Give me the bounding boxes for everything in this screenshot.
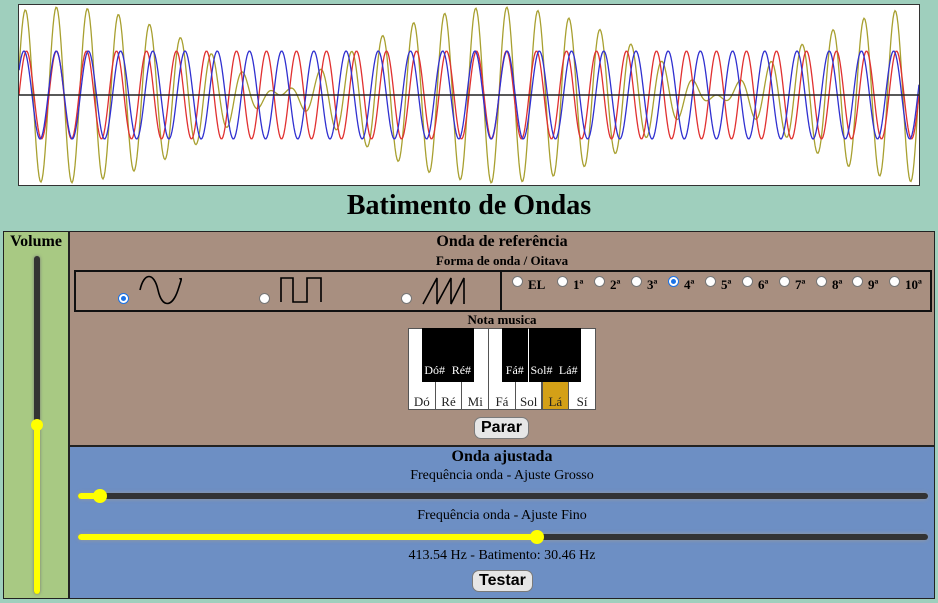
waveform-selector [74,270,502,312]
octave-label: 5ª [721,277,732,292]
waveform-radio-sawtooth[interactable] [401,293,412,304]
volume-thumb[interactable] [31,419,43,431]
octave-label: 4ª [684,277,695,292]
sine-wave-icon [139,275,182,305]
piano-key-label: Ré [441,394,456,409]
piano-black-key[interactable]: Ré# [448,328,475,382]
octave-label: 3ª [647,277,658,292]
frequency-readout: 413.54 Hz - Batimento: 30.46 Hz [408,548,596,563]
octave-radio-3[interactable] [631,276,642,287]
wave-plot [18,6,920,184]
volume-fill [34,425,40,594]
piano-key-label: Sí [576,394,588,409]
piano-key-label: Mi [467,394,483,409]
octave-radio-0[interactable] [512,276,523,287]
wave-display [18,4,920,186]
volume-slider[interactable] [31,256,43,594]
octave-radio-5[interactable] [705,276,716,287]
fine-frequency-fill [78,534,537,540]
octave-radio-10[interactable] [889,276,900,287]
octave-radio-4[interactable] [668,276,679,287]
octave-label: 2ª [610,277,621,292]
piano-key-label: Ré# [451,363,472,377]
reference-title: Onda de referência [436,233,568,250]
octave-label: 7ª [795,277,806,292]
fine-frequency-slider[interactable] [78,530,928,544]
octave-selector: EL 1ª 2ª 3ª 4ª 5ª 6ª 7ª 8ª 9ª 10ª [500,270,932,312]
octave-label: 1ª [573,277,584,292]
octave-label: 8ª [832,277,843,292]
octave-radio-6[interactable] [742,276,753,287]
octave-label: 6ª [758,277,769,292]
adjusted-title: Onda ajustada [451,448,553,465]
piano-key-label: Lá# [558,363,578,377]
reference-wave-panel: Onda de referência Forma de onda / Oitav… [69,231,935,446]
piano-key-label: Fá [495,394,509,409]
sawtooth-wave-icon [422,277,465,305]
waveform-radio-sine[interactable] [118,293,129,304]
page-title: Batimento de Ondas [346,190,592,221]
volume-label: Volume [10,233,62,250]
piano-key-label: Dó [413,394,430,409]
coarse-frequency-slider[interactable] [78,489,928,503]
octave-label: 9ª [868,277,879,292]
octave-label: EL [528,277,546,292]
piano-key-label: Lá [548,394,563,409]
piano-key-label: Sol [519,394,538,409]
coarse-frequency-label: Frequência onda - Ajuste Grosso [410,468,594,483]
adjusted-wave-panel: Onda ajustada Frequência onda - Ajuste G… [69,446,935,599]
octave-radio-1[interactable] [557,276,568,287]
waveform-radio-square[interactable] [259,293,270,304]
octave-label: 10ª [905,277,922,292]
reference-subtitle: Forma de onda / Oitava [435,253,569,268]
octave-radio-2[interactable] [594,276,605,287]
square-wave-icon [280,277,322,303]
octave-radio-8[interactable] [816,276,827,287]
note-label: Nota musica [467,312,537,327]
test-button[interactable]: Testar [472,570,533,592]
octave-radio-9[interactable] [852,276,863,287]
piano-keyboard: Dó Ré Mi Fá Sol Lá Sí Dó# Ré# Fá# Sol# Lá# [408,328,596,412]
piano-black-key[interactable]: Lá# [555,328,582,382]
fine-frequency-thumb[interactable] [530,530,544,544]
stop-button[interactable]: Parar [474,417,529,439]
octave-radio-7[interactable] [779,276,790,287]
volume-panel: Volume [3,231,69,599]
coarse-frequency-thumb[interactable] [93,489,108,503]
fine-frequency-label: Frequência onda - Ajuste Fino [417,508,587,523]
